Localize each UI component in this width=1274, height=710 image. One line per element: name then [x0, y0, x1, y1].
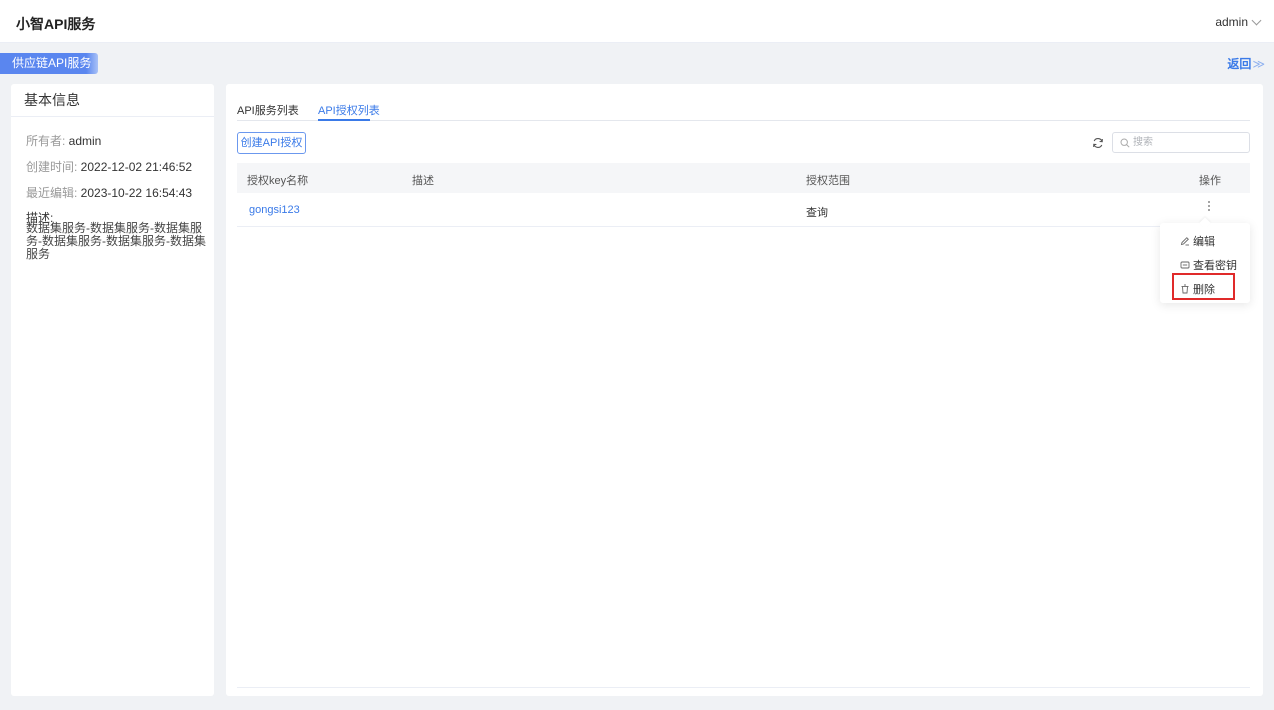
auth-key-name-link[interactable]: gongsi123 — [249, 204, 300, 216]
delete-highlight-box — [1172, 273, 1235, 300]
search-icon — [1120, 138, 1130, 148]
key-view-icon — [1180, 261, 1190, 269]
double-chevron-right-icon: ≫ — [1252, 57, 1265, 71]
basic-info-title: 基本信息 — [11, 84, 214, 117]
row-scope: 查询 — [806, 207, 828, 219]
menu-item-view-key[interactable]: 查看密钥 — [1180, 257, 1237, 273]
basic-info-card: 基本信息 所有者: admin 创建时间: 2022-12-02 21:46:5… — [11, 84, 214, 696]
column-header: 授权范围 — [806, 175, 850, 187]
created-row: 创建时间: 2022-12-02 21:46:52 — [26, 158, 192, 175]
table-header: 授权key名称 描述 授权范围 操作 — [237, 163, 1250, 193]
owner-key: 所有者: — [26, 134, 69, 148]
service-tag: 供应链API服务 — [0, 53, 98, 74]
menu-item-label: 编辑 — [1193, 236, 1215, 248]
back-label: 返回 — [1227, 57, 1252, 71]
column-header: 描述 — [412, 175, 434, 187]
create-api-auth-button[interactable]: 创建API授权 — [237, 132, 306, 154]
column-header: 授权key名称 — [247, 175, 309, 187]
top-bar: 小智API服务 admin — [0, 0, 1274, 43]
tab-api-auth-list[interactable]: API授权列表 — [318, 102, 380, 118]
back-link[interactable]: 返回≫ — [1227, 55, 1265, 72]
user-name: admin — [1215, 15, 1248, 29]
main-card: API服务列表 API授权列表 创建API授权 授权key名称 描述 授权范围 … — [226, 84, 1263, 696]
more-actions-icon[interactable] — [1205, 200, 1213, 214]
edit-icon — [1180, 237, 1189, 246]
edited-row: 最近编辑: 2023-10-22 16:54:43 — [26, 184, 192, 201]
created-value: 2022-12-02 21:46:52 — [80, 160, 193, 174]
search-box — [1112, 132, 1250, 153]
active-tab-indicator — [318, 119, 370, 121]
chevron-down-icon — [1251, 15, 1262, 25]
search-input[interactable] — [1133, 135, 1243, 150]
desc-value: 数据集服务-数据集服务-数据集服务-数据集服务-数据集服务-数据集服务 — [26, 221, 206, 261]
edited-value: 2023-10-22 16:54:43 — [80, 186, 193, 200]
created-key: 创建时间: — [26, 160, 81, 174]
edited-key: 最近编辑: — [26, 186, 81, 200]
app-title: 小智API服务 — [16, 16, 96, 32]
tab-api-service-list[interactable]: API服务列表 — [237, 102, 299, 118]
table-footer-divider — [237, 687, 1250, 688]
table-row: gongsi123 查询 — [237, 193, 1250, 227]
user-menu[interactable]: admin — [1215, 15, 1262, 29]
owner-value: admin — [68, 134, 102, 148]
menu-item-label: 查看密钥 — [1193, 260, 1237, 272]
owner-row: 所有者: admin — [26, 132, 101, 149]
tab-bar: API服务列表 API授权列表 — [237, 97, 1250, 121]
column-header: 操作 — [1199, 175, 1221, 187]
refresh-icon[interactable] — [1092, 137, 1104, 149]
menu-item-edit[interactable]: 编辑 — [1180, 233, 1215, 249]
